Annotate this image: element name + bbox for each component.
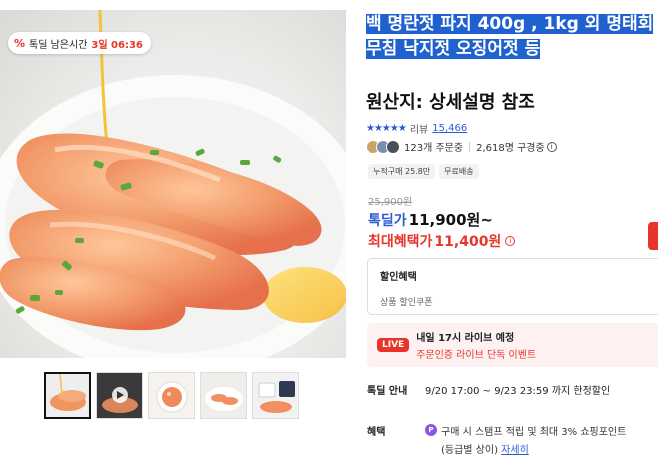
discount-box[interactable]: 할인혜택 상품 할인쿠폰 <box>367 258 658 315</box>
benefit-label: 혜택 <box>367 427 386 438</box>
thumb-roe-icon <box>46 374 89 417</box>
product-title-text: 백 명란젓 파지 400g , 1kg 외 명태회무침 낙지젓 오징어젓 등 <box>366 14 654 59</box>
max-benefit-row: 최대혜택가 11,400원 i <box>368 231 516 251</box>
buyers-row: 123개 주문중 2,618명 구경중 i <box>366 139 557 154</box>
thumbnail-4[interactable] <box>200 372 247 419</box>
info-icon[interactable]: i <box>546 141 557 152</box>
plate-thumb-icon <box>201 373 246 418</box>
video-thumb-icon <box>97 373 142 418</box>
bowl-thumb-icon <box>149 373 194 418</box>
timer-label: 톡딜 남은시간 <box>29 39 88 51</box>
review-label[interactable]: 리뷰 <box>410 121 428 136</box>
timer-value: 3일 06:36 <box>91 39 143 51</box>
deal-info-row: 톡딜 안내 9/20 17:00 ~ 9/23 23:59 까지 한정할인 <box>367 382 610 397</box>
orders-text: 123개 주문중 <box>404 143 464 154</box>
percent-icon: % <box>14 36 26 50</box>
avatar <box>386 139 400 154</box>
discount-heading: 할인혜택 <box>380 272 417 283</box>
live-banner[interactable]: LIVE 내일 17시 라이브 예정 주문인증 라이브 단독 이벤트 <box>367 323 658 367</box>
max-benefit-label: 최대혜택가 <box>368 234 433 250</box>
deal-period: 9/20 17:00 ~ 9/23 23:59 까지 한정할인 <box>425 386 611 397</box>
live-badge: LIVE <box>377 338 410 352</box>
benefit-note-text: (등급별 상이) <box>441 445 498 456</box>
point-icon: P <box>425 424 437 436</box>
tag-cumulative: 누적구매 25.8만 <box>368 164 436 179</box>
thumbnail-5[interactable] <box>252 372 299 419</box>
deal-label: 톡딜 안내 <box>367 386 408 397</box>
price-row: 톡딜가 11,900원~ <box>368 209 493 230</box>
rating-row: ★★★★★ 리뷰 15,466 <box>366 121 467 136</box>
max-benefit-price: 11,400원 <box>434 234 502 250</box>
discount-sub: 상품 할인쿠폰 <box>380 298 433 308</box>
watchers-text: 2,618명 구경중 <box>476 143 545 154</box>
side-tab[interactable] <box>648 222 658 250</box>
thumbnail-2[interactable] <box>96 372 143 419</box>
price-label: 톡딜가 <box>368 213 407 229</box>
benefit-note: (등급별 상이) 자세히 <box>441 441 626 456</box>
roe-illustration <box>0 10 346 358</box>
live-schedule: 내일 17시 라이브 예정 <box>416 333 515 344</box>
tag-row: 누적구매 25.8만 무료배송 <box>368 164 479 179</box>
price-value: 11,900원~ <box>408 211 493 229</box>
product-main-image[interactable]: % 톡딜 남은시간 3일 06:36 <box>0 10 346 358</box>
info-icon[interactable]: i <box>505 236 516 246</box>
review-count-link[interactable]: 15,466 <box>432 123 467 134</box>
thumbnail-3[interactable] <box>148 372 195 419</box>
product-title: 백 명란젓 파지 400g , 1kg 외 명태회무침 낙지젓 오징어젓 등 <box>366 12 656 62</box>
thumbnail-strip <box>44 372 299 419</box>
benefit-text: 구매 시 스탬프 적립 및 최대 3% 쇼핑포인트 <box>441 427 627 438</box>
original-price: 25,900원 <box>368 197 413 208</box>
product-origin: 원산지: 상세설명 참조 <box>366 92 535 113</box>
package-thumb-icon <box>253 373 298 418</box>
benefit-row: 혜택 P 구매 시 스탬프 적립 및 최대 3% 쇼핑포인트 (등급별 상이) … <box>367 423 626 456</box>
thumbnail-1[interactable] <box>44 372 91 419</box>
live-text: 내일 17시 라이브 예정 주문인증 라이브 단독 이벤트 <box>416 329 536 361</box>
benefit-detail-link[interactable]: 자세히 <box>501 445 529 456</box>
tag-free-shipping: 무료배송 <box>439 164 479 179</box>
star-rating-icon: ★★★★★ <box>366 123 407 134</box>
live-event: 주문인증 라이브 단독 이벤트 <box>416 350 537 361</box>
divider <box>469 141 471 152</box>
talk-deal-timer-badge: % 톡딜 남은시간 3일 06:36 <box>8 32 151 54</box>
buyer-avatars <box>366 139 400 154</box>
benefit-body: P 구매 시 스탬프 적립 및 최대 3% 쇼핑포인트 (등급별 상이) 자세히 <box>425 423 626 456</box>
